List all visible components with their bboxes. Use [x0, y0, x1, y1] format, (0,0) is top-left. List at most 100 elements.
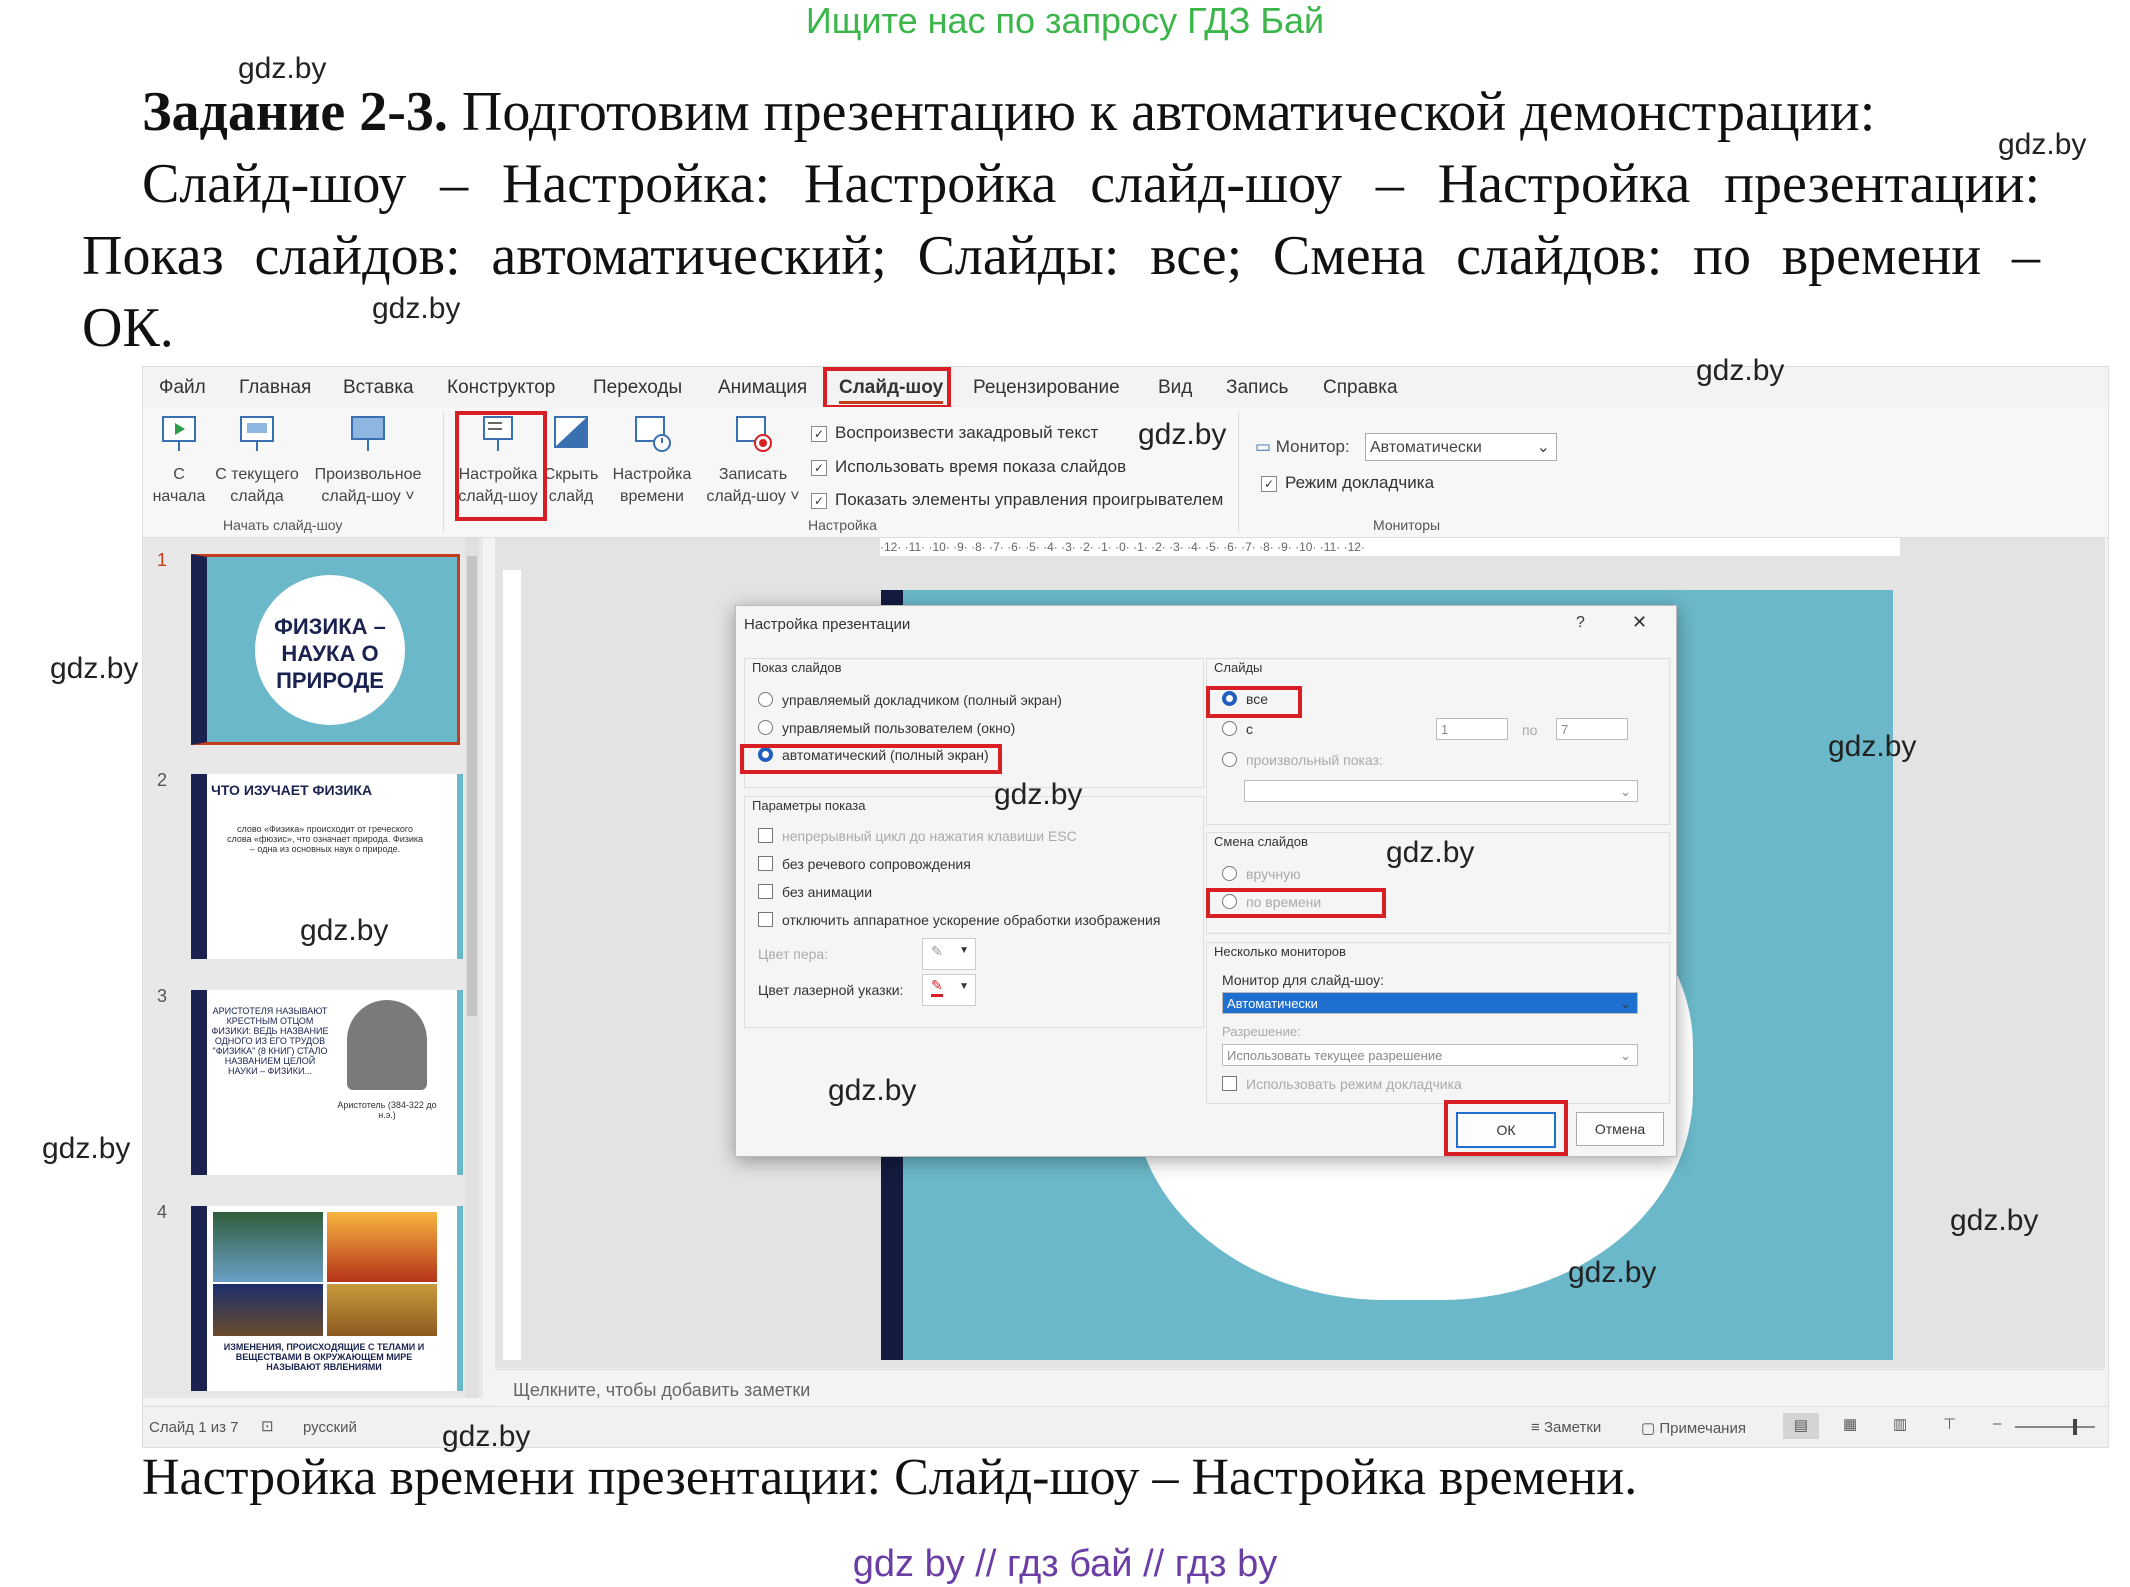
no-hw-accel-checkbox[interactable]: отключить аппаратное ускорение обработки… — [758, 912, 1160, 928]
hide-slide-label-2: слайд — [548, 488, 594, 505]
task-line-1: Задание 2-3. Подготовим презентацию к ав… — [142, 76, 1875, 148]
rehearse-label-1: Настройка — [612, 466, 692, 483]
slide-counter: Слайд 1 из 7 — [149, 1419, 239, 1436]
slide-number: 4 — [157, 1202, 168, 1222]
cancel-button[interactable]: Отмена — [1576, 1112, 1664, 1146]
multi-monitor-label: Несколько мониторов — [1214, 944, 1346, 959]
hide-slide-icon — [554, 416, 588, 448]
from-slide-input[interactable]: 1 — [1436, 718, 1508, 740]
slide-number: 1 — [157, 550, 168, 570]
custom-show-select[interactable]: ⌄ — [1244, 780, 1638, 802]
thumb-slide-4[interactable]: ИЗМЕНЕНИЯ, ПРОИСХОДЯЩИЕ С ТЕЛАМИ И ВЕЩЕС… — [191, 1206, 463, 1391]
monitor-select[interactable]: Автоматически ⌄ — [1365, 433, 1557, 461]
thumb-scrollbar[interactable] — [465, 538, 479, 1398]
narration-checkbox[interactable]: Воспроизвести закадровый текст — [811, 423, 1098, 443]
record-icon — [736, 416, 772, 452]
loop-checkbox[interactable]: непрерывный цикл до нажатия клавиши ESC — [758, 828, 1077, 844]
watermark: gdz.by — [1998, 128, 2087, 161]
notes-placeholder: Щелкните, чтобы добавить заметки — [513, 1380, 811, 1400]
to-slide-input[interactable]: 7 — [1556, 718, 1628, 740]
help-icon[interactable]: ? — [1576, 614, 1585, 632]
menu-transitions[interactable]: Переходы — [593, 377, 682, 399]
menu-design[interactable]: Конструктор — [447, 377, 555, 399]
menu-record[interactable]: Запись — [1226, 377, 1288, 399]
current-slide-icon — [240, 416, 274, 451]
no-animation-checkbox[interactable]: без анимации — [758, 884, 872, 900]
comment-icon: ▢ — [1641, 1420, 1656, 1437]
media-controls-checkbox[interactable]: Показать элементы управления проигрывате… — [811, 490, 1223, 510]
from-current-button[interactable]: С текущего слайда — [209, 413, 305, 508]
menu-help[interactable]: Справка — [1323, 377, 1398, 399]
group-monitors-label: Мониторы — [1373, 517, 1441, 533]
notes-toggle-label: Заметки — [1543, 1419, 1602, 1436]
group-start-label: Начать слайд-шоу — [223, 517, 343, 533]
presenter-view-checkbox[interactable]: Режим докладчика — [1261, 473, 1434, 493]
thumb-slide-3[interactable]: АРИСТОТЕЛЯ НАЗЫВАЮТ КРЕСТНЫМ ОТЦОМ ФИЗИК… — [191, 990, 463, 1175]
menu-insert[interactable]: Вставка — [343, 377, 414, 399]
notes-pane[interactable]: Щелкните, чтобы добавить заметки — [495, 1369, 2105, 1408]
zoom-slider[interactable] — [2015, 1426, 2095, 1428]
watermark: gdz.by — [1696, 354, 1785, 387]
close-icon[interactable]: ✕ — [1632, 612, 1647, 633]
highlight-all-slides — [1206, 686, 1302, 718]
pen-color-picker[interactable]: ✎ ▼ — [922, 938, 976, 970]
horizontal-ruler: ·12· ·11· ·10· ·9· ·8· ·7· ·6· ·5· ·4· ·… — [880, 538, 1900, 556]
notes-toggle[interactable]: ≡ Заметки — [1531, 1419, 1601, 1436]
menu-review[interactable]: Рецензирование — [973, 377, 1120, 399]
monitor-for-label: Монитор для слайд-шоу: — [1222, 972, 1385, 988]
monitor-select-value: Автоматически — [1370, 439, 1482, 456]
resolution-select[interactable]: Использовать текущее разрешение ⌄ — [1222, 1044, 1638, 1066]
no-narration-checkbox[interactable]: без речевого сопровождения — [758, 856, 971, 872]
monitor-for-select[interactable]: Автоматически ⌄ — [1222, 992, 1638, 1014]
thumb-1-line-3: ПРИРОДЕ — [276, 668, 384, 693]
resolution-label: Разрешение: — [1222, 1024, 1301, 1039]
timer-icon — [635, 416, 671, 452]
sorter-view-icon[interactable]: ▦ — [1843, 1415, 1857, 1433]
watermark: gdz.by — [1386, 836, 1475, 869]
radio-presenter[interactable]: управляемый докладчиком (полный экран) — [758, 692, 1062, 708]
hide-slide-button[interactable]: Скрыть слайд — [541, 413, 601, 508]
radio-from-slide[interactable]: с — [1222, 721, 1253, 737]
menu-file[interactable]: Файл — [159, 377, 206, 399]
use-timings-checkbox[interactable]: Использовать время показа слайдов — [811, 457, 1126, 477]
status-bar: Слайд 1 из 7 ⊡ русский ≡ Заметки ▢ Приме… — [143, 1406, 2108, 1447]
show-options-label: Параметры показа — [752, 798, 866, 813]
radio-custom-show[interactable]: произвольный показ: — [1222, 752, 1383, 768]
from-start-label-2: начала — [152, 488, 206, 505]
menu-animations[interactable]: Анимация — [718, 377, 807, 399]
normal-view-icon[interactable]: ▤ — [1783, 1413, 1819, 1439]
menu-view[interactable]: Вид — [1158, 377, 1192, 399]
rehearse-timings-button[interactable]: Настройка времени — [605, 413, 699, 508]
record-label-1: Записать — [718, 466, 788, 483]
thumbnail-pane: 1 ФИЗИКА – НАУКА О ПРИРОДЕ 2 ЧТО ИЗУЧАЕТ Ф… — [143, 538, 483, 1398]
monitor-label: ▭ Монитор: — [1255, 437, 1350, 457]
slide-number: 2 — [157, 770, 168, 790]
thumb-3-body: АРИСТОТЕЛЯ НАЗЫВАЮТ КРЕСТНЫМ ОТЦОМ ФИЗИК… — [211, 1006, 329, 1076]
footer-links[interactable]: gdz by // гдз бай // гдз by — [0, 1543, 2130, 1586]
laser-color-picker[interactable]: ✎ ▼ — [922, 974, 976, 1006]
chevron-down-icon: ▼ — [959, 945, 969, 956]
record-slideshow-button[interactable]: Записать слайд-шоу ˅ — [703, 413, 803, 508]
language-indicator[interactable]: русский — [303, 1419, 357, 1436]
thumb-scroll-handle[interactable] — [467, 556, 477, 1016]
radio-individual[interactable]: управляемый пользователем (окно) — [758, 720, 1015, 736]
zoom-slider-handle[interactable] — [2073, 1419, 2077, 1435]
play-slide-icon — [162, 416, 196, 451]
thumb-slide-1[interactable]: ФИЗИКА – НАУКА О ПРИРОДЕ — [191, 554, 460, 745]
reading-view-icon[interactable]: ▥ — [1893, 1415, 1907, 1433]
slideshow-view-icon[interactable]: ⊤ — [1943, 1415, 1956, 1433]
zoom-out-icon[interactable]: – — [1993, 1415, 2001, 1432]
use-presenter-checkbox[interactable]: Использовать режим докладчика — [1222, 1076, 1462, 1092]
show-type-label: Показ слайдов — [752, 660, 842, 675]
highlight-ok — [1444, 1100, 1568, 1156]
comments-toggle[interactable]: ▢ Примечания — [1641, 1419, 1746, 1437]
from-start-button[interactable]: С начала — [151, 413, 207, 508]
thumb-1-title: ФИЗИКА – НАУКА О ПРИРОДЕ — [255, 575, 405, 725]
vertical-ruler — [503, 570, 521, 1360]
accessibility-icon[interactable]: ⊡ — [261, 1417, 274, 1435]
notes-icon: ≡ — [1531, 1419, 1540, 1436]
custom-show-button[interactable]: Произвольное слайд-шоу ˅ — [309, 413, 427, 508]
chevron-down-icon: ⌄ — [1620, 1048, 1631, 1063]
menu-home[interactable]: Главная — [239, 377, 311, 399]
radio-manual[interactable]: вручную — [1222, 866, 1301, 882]
